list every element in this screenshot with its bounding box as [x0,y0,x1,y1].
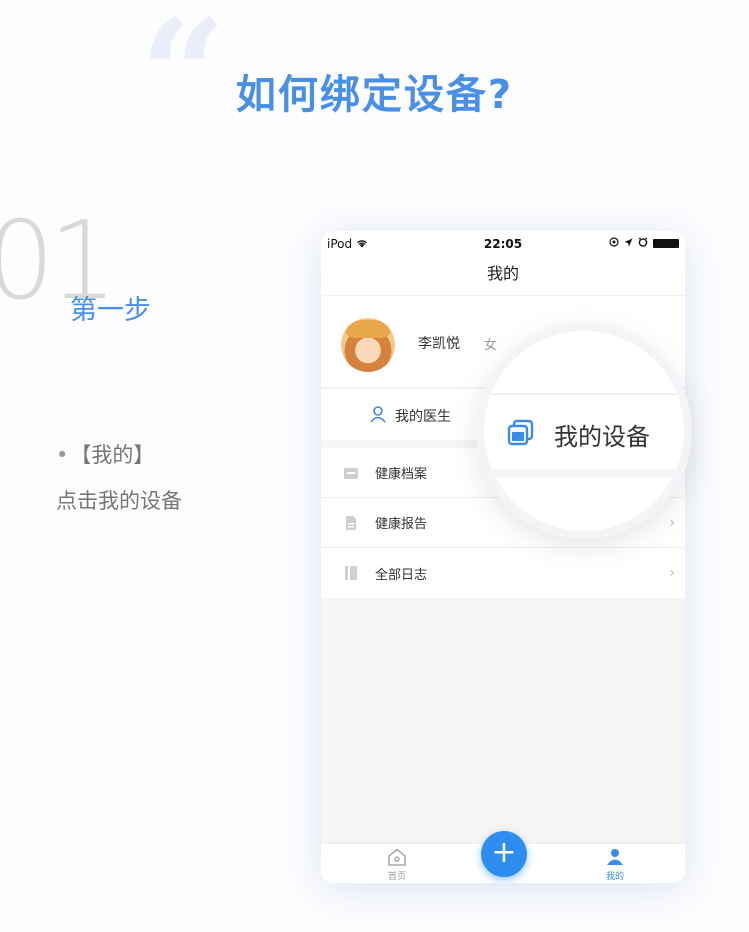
profile-name: 李凯悦 [418,336,460,352]
status-icons [609,236,679,250]
add-button[interactable]: + [481,831,527,877]
tab-home-label: 首页 [387,872,406,882]
chevron-right-icon: › [669,565,675,581]
phone-screen: iPod 22:05 我的 李凯悦 女 我的医生 健康档案 [321,231,685,883]
nav-title: 我的 [321,257,685,295]
doctor-icon [369,405,387,427]
step-description: •【我的】 点击我的设备 [56,432,182,524]
tab-mine[interactable]: 我的 [585,848,645,882]
location-icon [624,236,633,250]
step-title: 第一步 [70,295,151,326]
divider [484,469,684,477]
step-desc-text1: 【我的】 [70,443,155,467]
divider [484,393,684,395]
avatar-hat [345,320,391,338]
tab-mine-label: 我的 [605,872,624,882]
avatar[interactable] [341,318,395,372]
device-icon [506,418,536,452]
menu-item-all-logs[interactable]: 全部日志 › [321,548,685,598]
my-doctor-button[interactable]: 我的医生 [369,405,451,427]
chevron-right-icon: › [669,515,675,531]
user-icon [585,848,645,869]
menu-label: 健康档案 [375,467,428,482]
step-desc-line1: •【我的】 [56,432,182,478]
menu-label: 健康报告 [375,517,428,532]
page-title: 如何绑定设备? [235,72,514,118]
menu-label: 全部日志 [375,567,428,583]
magnifier-callout: 我的设备 [476,323,692,539]
my-device-button[interactable]: 我的设备 [506,417,650,452]
archive-icon [343,465,359,481]
my-doctor-label: 我的医生 [395,409,451,425]
alarm-icon [638,236,648,250]
tab-home[interactable]: 首页 [367,848,427,882]
status-bar: iPod 22:05 [321,231,685,257]
battery-icon [653,238,679,248]
report-icon [343,515,359,531]
log-icon [343,565,359,581]
home-icon [367,848,427,869]
bullet: • [56,443,69,467]
step-desc-line2: 点击我的设备 [56,489,182,513]
my-device-label: 我的设备 [554,423,650,451]
rotation-lock-icon [609,236,619,250]
magnifier-top [484,331,684,391]
